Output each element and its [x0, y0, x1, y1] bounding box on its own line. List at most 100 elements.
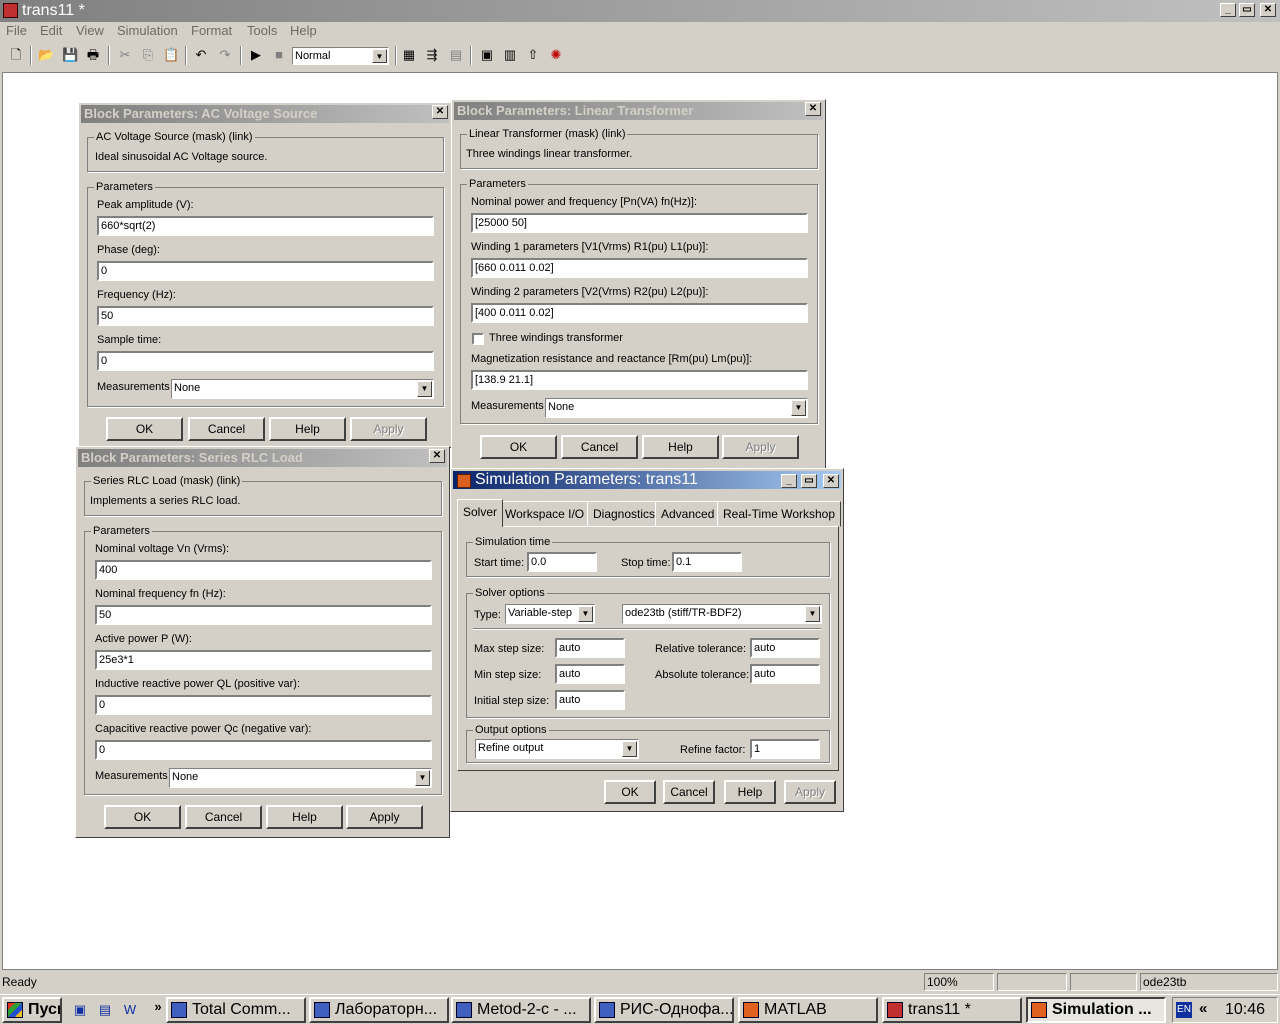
simulation-mode-select[interactable]: Normal ▼	[292, 47, 389, 65]
new-file-icon[interactable]: 🗋	[8, 47, 24, 63]
menu-view[interactable]: View	[76, 23, 104, 38]
measurements-select[interactable]: None ▼	[169, 768, 432, 788]
chevron-down-icon[interactable]: ▼	[622, 741, 637, 757]
close-button[interactable]: ✕	[1260, 3, 1276, 17]
chevron-right-icon[interactable]: »	[150, 999, 166, 1015]
close-icon[interactable]: ✕	[823, 474, 839, 488]
start-simulation-icon[interactable]: ▶	[248, 47, 264, 63]
inductive-power-field[interactable]: 0	[95, 695, 432, 715]
solver-type-select[interactable]: Variable-step ▼	[505, 604, 595, 624]
max-step-field[interactable]: auto	[555, 638, 625, 658]
clock[interactable]: 10:46	[1225, 1001, 1265, 1019]
capacitive-power-field[interactable]: 0	[95, 740, 432, 760]
measurements-select[interactable]: None ▼	[545, 398, 808, 418]
dialog-title[interactable]: Block Parameters: Series RLC Load	[78, 449, 447, 467]
menu-file[interactable]: File	[6, 23, 27, 38]
winding1-field[interactable]: [660 0.011 0.02]	[471, 258, 808, 278]
tab-diagnostics[interactable]: Diagnostics	[587, 501, 662, 527]
help-button[interactable]: Help	[642, 435, 719, 459]
taskbar-item[interactable]: Total Comm...	[166, 997, 306, 1023]
window-titlebar[interactable]: trans11 * _ ▭ ✕	[0, 0, 1280, 22]
taskbar-item[interactable]: Лабораторн...	[309, 997, 449, 1023]
dialog-title[interactable]: Block Parameters: Linear Transformer	[454, 102, 823, 120]
quicklaunch-icon[interactable]: ▣	[72, 1002, 88, 1018]
nominal-power-field[interactable]: [25000 50]	[471, 213, 808, 233]
absolute-tolerance-field[interactable]: auto	[750, 664, 820, 684]
active-power-field[interactable]: 25e3*1	[95, 650, 432, 670]
stop-time-field[interactable]: 0.1	[672, 552, 742, 572]
measurements-select[interactable]: None ▼	[171, 379, 434, 399]
chevron-down-icon[interactable]: ▼	[372, 49, 387, 63]
phase-field[interactable]: 0	[97, 261, 434, 281]
ok-button[interactable]: OK	[604, 780, 656, 804]
model-explorer-icon[interactable]: ▥	[502, 47, 518, 63]
maximize-icon[interactable]: ▭	[801, 474, 817, 488]
solver-select[interactable]: ode23tb (stiff/TR-BDF2) ▼	[622, 604, 822, 624]
copy-icon[interactable]: ⎘	[140, 47, 156, 63]
tab-real-time-workshop[interactable]: Real-Time Workshop	[717, 501, 842, 527]
build-subsystem-icon[interactable]: ▤	[448, 47, 464, 63]
three-windings-checkbox[interactable]	[472, 333, 484, 345]
output-options-select[interactable]: Refine output ▼	[475, 739, 639, 759]
print-icon[interactable]: 🖶	[85, 47, 101, 63]
refine-factor-field[interactable]: 1	[750, 739, 820, 759]
debugger-icon[interactable]: ✺	[548, 47, 564, 63]
taskbar-item-active[interactable]: Simulation ...	[1026, 997, 1166, 1023]
go-to-parent-icon[interactable]: ⇧	[525, 47, 541, 63]
cancel-button[interactable]: Cancel	[561, 435, 638, 459]
language-indicator[interactable]: EN	[1176, 1002, 1192, 1018]
min-step-field[interactable]: auto	[555, 664, 625, 684]
minimize-button[interactable]: _	[1220, 3, 1236, 17]
start-time-field[interactable]: 0.0	[527, 552, 597, 572]
chevron-down-icon[interactable]: ▼	[805, 606, 820, 622]
ok-button[interactable]: OK	[480, 435, 557, 459]
taskbar-item[interactable]: MATLAB	[738, 997, 878, 1023]
help-button[interactable]: Help	[266, 805, 343, 829]
initial-step-field[interactable]: auto	[555, 690, 625, 710]
update-diagram-icon[interactable]: ⇶	[424, 47, 440, 63]
save-icon[interactable]: 💾	[62, 47, 78, 63]
ok-button[interactable]: OK	[106, 417, 183, 441]
cut-icon[interactable]: ✂	[117, 47, 133, 63]
nominal-voltage-field[interactable]: 400	[95, 560, 432, 580]
library-browser-icon[interactable]: ▣	[479, 47, 495, 63]
menu-format[interactable]: Format	[191, 23, 232, 38]
taskbar-item[interactable]: РИС-Однофа...	[594, 997, 734, 1023]
winding2-field[interactable]: [400 0.011 0.02]	[471, 303, 808, 323]
menu-edit[interactable]: Edit	[40, 23, 62, 38]
build-all-icon[interactable]: ▦	[401, 47, 417, 63]
chevron-down-icon[interactable]: ▼	[578, 606, 593, 622]
word-icon[interactable]: W	[122, 1002, 138, 1018]
chevron-down-icon[interactable]: ▼	[791, 400, 806, 416]
menu-tools[interactable]: Tools	[247, 23, 277, 38]
nominal-frequency-field[interactable]: 50	[95, 605, 432, 625]
ok-button[interactable]: OK	[104, 805, 181, 829]
close-icon[interactable]: ✕	[429, 449, 445, 463]
dialog-title[interactable]: Block Parameters: AC Voltage Source	[81, 105, 449, 123]
taskbar-item[interactable]: Metod-2-с - ...	[451, 997, 591, 1023]
quicklaunch-icon[interactable]: ▤	[97, 1002, 113, 1018]
apply-button[interactable]: Apply	[350, 417, 427, 441]
close-icon[interactable]: ✕	[805, 102, 821, 116]
cancel-button[interactable]: Cancel	[188, 417, 265, 441]
cancel-button[interactable]: Cancel	[185, 805, 262, 829]
restore-button[interactable]: ▭	[1239, 3, 1255, 17]
stop-simulation-icon[interactable]: ■	[271, 47, 287, 63]
frequency-field[interactable]: 50	[97, 306, 434, 326]
menu-simulation[interactable]: Simulation	[117, 23, 178, 38]
sample-time-field[interactable]: 0	[97, 351, 434, 371]
magnetization-field[interactable]: [138.9 21.1]	[471, 370, 808, 390]
paste-icon[interactable]: 📋	[163, 47, 179, 63]
taskbar-item[interactable]: trans11 *	[882, 997, 1022, 1023]
open-folder-icon[interactable]: 📂	[38, 47, 54, 63]
redo-icon[interactable]: ↷	[217, 47, 233, 63]
chevron-down-icon[interactable]: ▼	[417, 381, 432, 397]
peak-amplitude-field[interactable]: 660*sqrt(2)	[97, 216, 434, 236]
relative-tolerance-field[interactable]: auto	[750, 638, 820, 658]
start-button[interactable]: Пуск	[2, 997, 62, 1023]
undo-icon[interactable]: ↶	[193, 47, 209, 63]
apply-button[interactable]: Apply	[722, 435, 799, 459]
minimize-icon[interactable]: _	[781, 474, 797, 488]
tab-solver[interactable]: Solver	[457, 499, 504, 527]
tab-workspace-io[interactable]: Workspace I/O	[499, 501, 591, 527]
